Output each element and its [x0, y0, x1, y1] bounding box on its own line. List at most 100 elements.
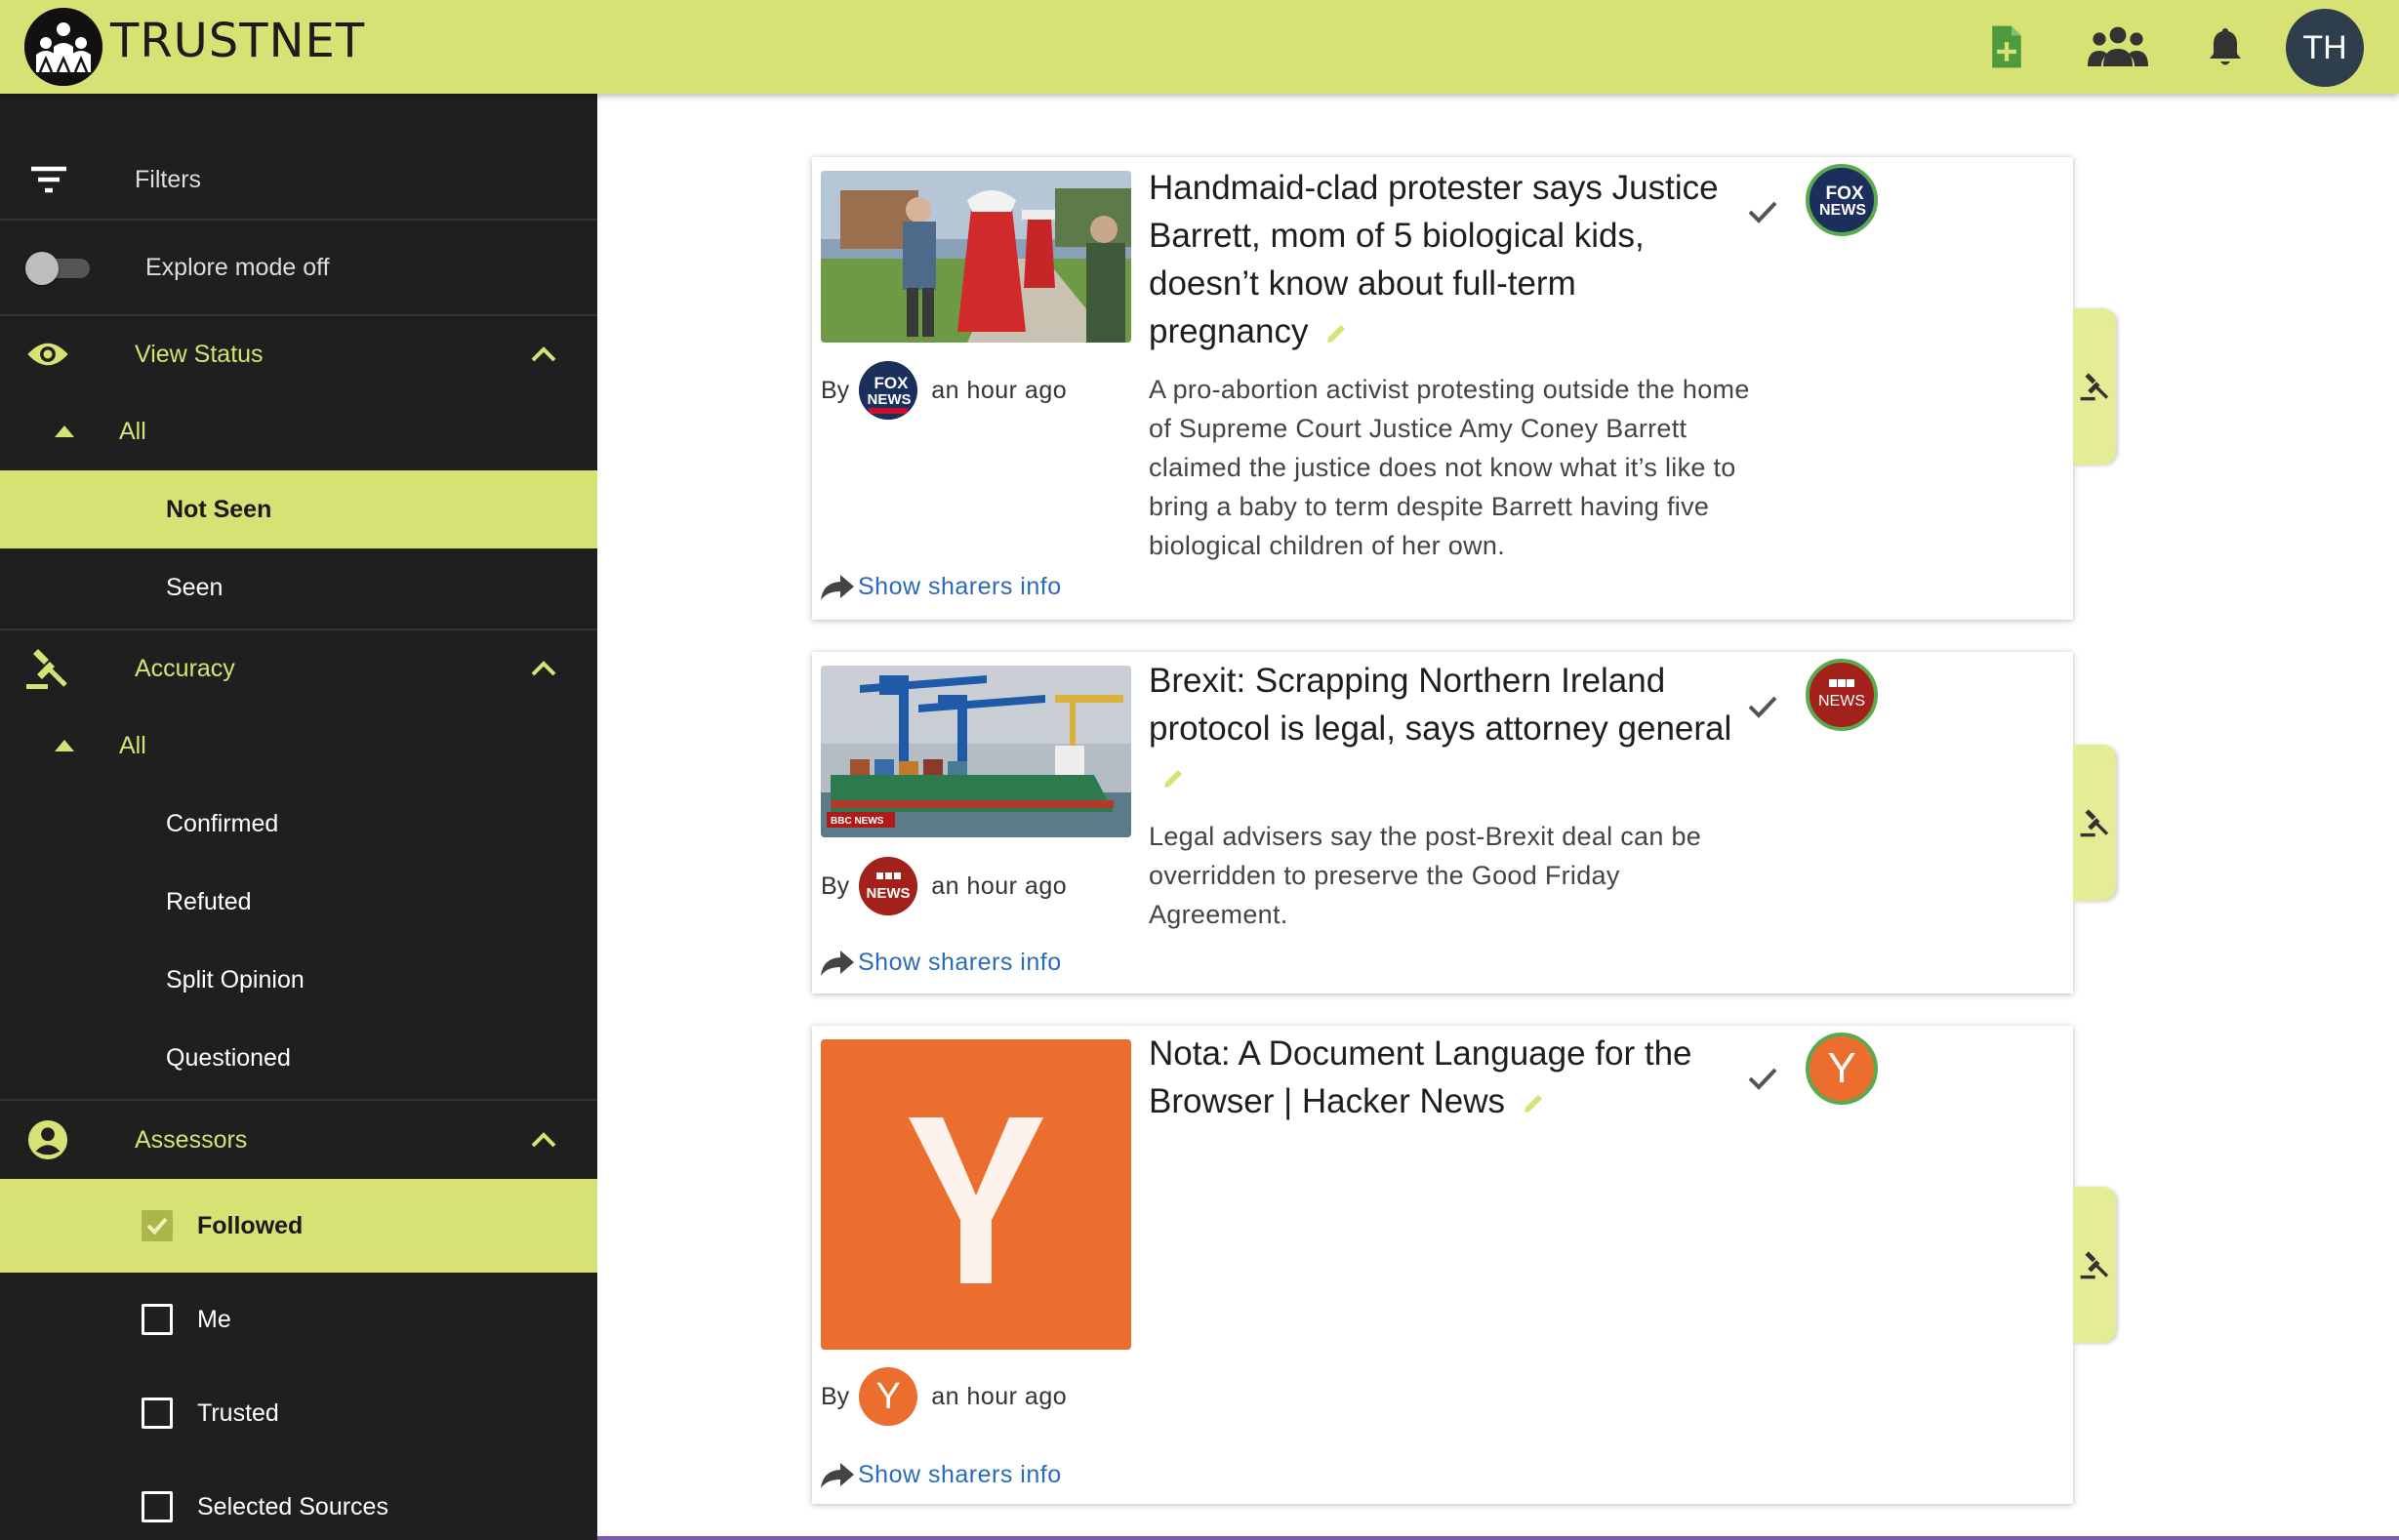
- hacker-news-logo[interactable]: Y: [859, 1367, 918, 1426]
- article-thumbnail[interactable]: [821, 1039, 1131, 1350]
- user-avatar[interactable]: TH: [2286, 9, 2364, 87]
- seen-label: Seen: [166, 573, 224, 601]
- refuted-label: Refuted: [166, 887, 252, 915]
- followed-label: Followed: [197, 1211, 304, 1239]
- chevron-up-icon[interactable]: [531, 1132, 556, 1148]
- accuracy-refuted[interactable]: Refuted: [0, 863, 597, 941]
- svg-text:NEWS: NEWS: [1818, 693, 1865, 709]
- assessor-me[interactable]: Me: [0, 1273, 597, 1366]
- by-label: By: [821, 1382, 850, 1410]
- article-byline: By Y an hour ago: [821, 1367, 1067, 1426]
- article-card[interactable]: BBC NEWS Brexit: Scrapping Northern Irel…: [812, 652, 2116, 993]
- app-brand: TRUSTNET: [110, 14, 366, 68]
- explore-mode-row: Explore mode off: [0, 221, 597, 314]
- chevron-up-icon[interactable]: [531, 661, 556, 676]
- share-arrow-icon: [821, 950, 854, 976]
- show-sharers-link[interactable]: Show sharers info: [821, 1461, 1062, 1489]
- article-title[interactable]: Handmaid-clad protester says Justice Bar…: [1149, 164, 1744, 355]
- source-avatar[interactable]: NEWS: [1806, 659, 1878, 731]
- article-time: an hour ago: [931, 1382, 1068, 1410]
- edit-pencil-icon[interactable]: [1160, 766, 1186, 791]
- by-label: By: [821, 871, 850, 900]
- accuracy-split-opinion[interactable]: Split Opinion: [0, 941, 597, 1019]
- share-arrow-icon: [821, 574, 854, 600]
- show-sharers-link[interactable]: Show sharers info: [821, 949, 1062, 977]
- check-icon[interactable]: [1748, 693, 1777, 718]
- article-time: an hour ago: [931, 871, 1068, 900]
- accuracy-all-label: All: [119, 731, 146, 759]
- article-card[interactable]: Nota: A Document Language for the Browse…: [812, 1026, 2116, 1504]
- filters-header[interactable]: Filters: [0, 142, 597, 217]
- assess-tab[interactable]: [2073, 1187, 2116, 1343]
- accuracy-header[interactable]: Accuracy: [0, 630, 597, 707]
- view-status-seen[interactable]: Seen: [0, 548, 597, 627]
- article-description: A pro-abortion activist protesting outsi…: [1149, 375, 1750, 560]
- edit-pencil-icon[interactable]: [1323, 321, 1349, 346]
- bbc-news-logo[interactable]: NEWS: [859, 857, 918, 915]
- trusted-label: Trusted: [197, 1398, 279, 1427]
- view-status-not-seen[interactable]: Not Seen: [0, 470, 597, 548]
- caret-up-icon: [55, 426, 74, 437]
- thumb-caption: BBC NEWS: [831, 816, 884, 827]
- people-icon[interactable]: [2087, 20, 2149, 74]
- selected-sources-label: Selected Sources: [197, 1492, 388, 1520]
- assess-tab[interactable]: [2073, 745, 2116, 901]
- filter-icon: [31, 166, 66, 193]
- followed-checkbox[interactable]: [142, 1210, 173, 1241]
- assessors-header[interactable]: Assessors: [0, 1101, 597, 1179]
- add-article-icon[interactable]: [1979, 20, 2034, 74]
- article-thumbnail[interactable]: BBC NEWS: [821, 666, 1131, 837]
- source-avatar[interactable]: Y: [1806, 1033, 1878, 1105]
- svg-text:NEWS: NEWS: [867, 885, 911, 902]
- accuracy-confirmed[interactable]: Confirmed: [0, 785, 597, 863]
- trusted-checkbox[interactable]: [142, 1398, 173, 1429]
- svg-text:NEWS: NEWS: [868, 391, 912, 408]
- chevron-up-icon[interactable]: [531, 346, 556, 362]
- check-icon[interactable]: [1748, 1065, 1777, 1090]
- article-card[interactable]: Handmaid-clad protester says Justice Bar…: [812, 157, 2116, 620]
- view-status-all-label: All: [119, 417, 146, 445]
- not-seen-label: Not Seen: [166, 495, 272, 523]
- filters-label: Filters: [135, 165, 202, 193]
- explore-mode-label: Explore mode off: [145, 253, 330, 281]
- gavel-icon: [26, 649, 67, 689]
- share-arrow-icon: [821, 1462, 854, 1488]
- explore-mode-toggle[interactable]: [25, 252, 92, 285]
- article-title[interactable]: Nota: A Document Language for the Browse…: [1149, 1030, 1744, 1125]
- bell-icon[interactable]: [2198, 20, 2253, 74]
- gavel-icon: [2080, 1251, 2109, 1279]
- me-label: Me: [197, 1305, 231, 1333]
- caret-up-icon: [55, 740, 74, 751]
- article-byline: By FOX NEWS an hour ago: [821, 361, 1067, 420]
- svg-text:NEWS: NEWS: [1819, 202, 1866, 219]
- confirmed-label: Confirmed: [166, 809, 279, 837]
- me-checkbox[interactable]: [142, 1304, 173, 1335]
- filter-sidebar: Filters Explore mode off View Status All…: [0, 94, 597, 1540]
- selected-sources-checkbox[interactable]: [142, 1491, 173, 1522]
- view-status-header[interactable]: View Status: [0, 316, 597, 392]
- assessors-label: Assessors: [135, 1125, 248, 1154]
- svg-text:FOX: FOX: [874, 374, 910, 392]
- trustnet-logo[interactable]: [24, 8, 102, 86]
- view-status-all[interactable]: All: [0, 392, 597, 470]
- eye-icon: [27, 343, 68, 366]
- assessor-selected-sources[interactable]: Selected Sources: [0, 1460, 597, 1540]
- edit-pencil-icon[interactable]: [1521, 1091, 1546, 1116]
- assessor-followed[interactable]: Followed: [0, 1179, 597, 1273]
- top-app-bar: TRUSTNET TH: [0, 0, 2399, 94]
- assessor-trusted[interactable]: Trusted: [0, 1366, 597, 1460]
- article-thumbnail[interactable]: [821, 171, 1131, 343]
- accuracy-all[interactable]: All: [0, 707, 597, 785]
- view-status-label: View Status: [135, 340, 264, 368]
- show-sharers-link[interactable]: Show sharers info: [821, 573, 1062, 601]
- questioned-label: Questioned: [166, 1043, 291, 1072]
- fox-news-logo[interactable]: FOX NEWS: [859, 361, 918, 420]
- source-avatar[interactable]: FOX NEWS: [1806, 164, 1878, 236]
- check-icon[interactable]: [1748, 198, 1777, 223]
- article-title[interactable]: Brexit: Scrapping Northern Ireland proto…: [1149, 657, 1744, 800]
- split-opinion-label: Split Opinion: [166, 965, 305, 993]
- check-icon: [146, 1217, 168, 1236]
- assess-tab[interactable]: [2073, 308, 2116, 465]
- svg-text:FOX: FOX: [1825, 183, 1863, 204]
- accuracy-questioned[interactable]: Questioned: [0, 1019, 597, 1097]
